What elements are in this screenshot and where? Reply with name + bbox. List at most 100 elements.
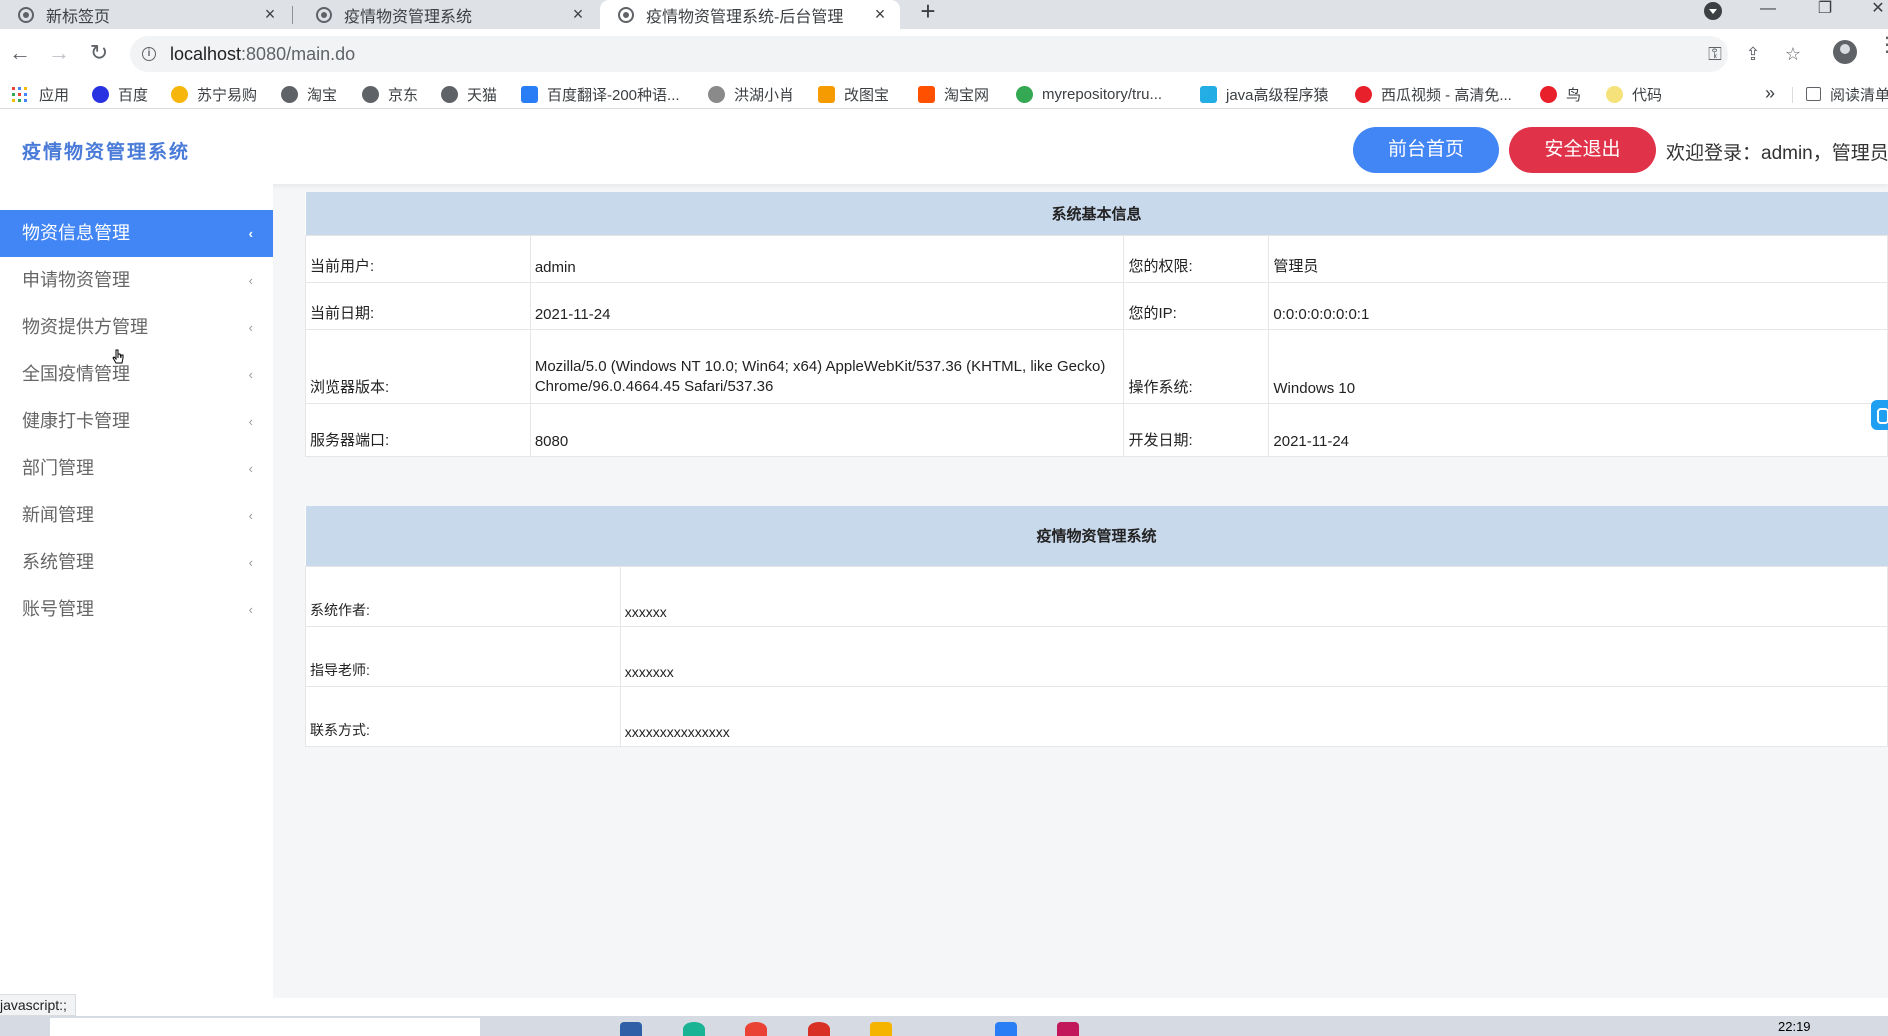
bookmark-label: myrepository/tru...: [1042, 85, 1163, 103]
bird-icon: [708, 85, 725, 103]
port-label: 服务器端口:: [305, 402, 531, 457]
screen: 新标签页 × 疫情物资管理系统 × 疫情物资管理系统-后台管理 × + — ❐ …: [0, 0, 1888, 1036]
tab-new-tab[interactable]: 新标签页 ×: [0, 0, 290, 29]
minimize-icon[interactable]: —: [1748, 0, 1788, 29]
sidebar-item-health[interactable]: 健康打卡管理 ‹: [0, 398, 273, 445]
bookmark-myrepository[interactable]: myrepository/tru...: [1016, 83, 1162, 105]
new-tab-button[interactable]: +: [915, 0, 941, 29]
bookmark-tmall[interactable]: 天猫: [441, 83, 497, 105]
bookmark-baidu[interactable]: 百度: [92, 83, 148, 105]
bookmark-gaitubao[interactable]: 改图宝: [818, 83, 889, 105]
sidebar-item-news[interactable]: 新闻管理 ‹: [0, 492, 273, 539]
sidebar-item-account[interactable]: 账号管理 ‹: [0, 586, 273, 633]
taskbar-app-icon[interactable]: [683, 1022, 705, 1036]
sidebar-item-epidemic[interactable]: 全国疫情管理 ‹: [0, 351, 273, 398]
sidebar-item-provider[interactable]: 物资提供方管理 ‹: [0, 304, 273, 351]
close-icon[interactable]: ×: [260, 4, 280, 25]
sidebar-item-department[interactable]: 部门管理 ‹: [0, 445, 273, 492]
address-bar[interactable]: i localhost:8080/main.do ⚿ ⇪ ☆: [130, 36, 1801, 72]
key-icon[interactable]: ⚿: [1704, 43, 1726, 65]
bilibili-icon: [1200, 85, 1217, 103]
bookmark-code[interactable]: 代码: [1606, 83, 1662, 105]
reading-list-label: 阅读清单: [1830, 86, 1888, 104]
about-title: 疫情物资管理系统: [305, 506, 1888, 566]
reload-icon[interactable]: ↻: [87, 41, 111, 65]
os-value: Windows 10: [1268, 328, 1888, 404]
browser-tab-strip: 新标签页 × 疫情物资管理系统 × 疫情物资管理系统-后台管理 × + — ❐ …: [0, 0, 1888, 29]
tab-title: 疫情物资管理系统: [344, 8, 473, 26]
tab-search-icon[interactable]: [1704, 2, 1722, 20]
window-close-icon[interactable]: ✕: [1858, 0, 1888, 29]
back-icon[interactable]: ←: [8, 41, 32, 65]
globe-icon: [441, 85, 458, 103]
bookmark-label: 西瓜视频 - 高清免...: [1381, 86, 1512, 104]
ip-label: 您的IP:: [1123, 281, 1270, 330]
restore-icon[interactable]: ❐: [1805, 0, 1845, 29]
bookmark-label: 淘宝网: [944, 86, 990, 104]
ip-value: 0:0:0:0:0:0:0:1: [1268, 281, 1888, 330]
reading-list[interactable]: 阅读清单: [1806, 83, 1888, 105]
taskbar-app-icon[interactable]: [808, 1022, 830, 1036]
url-path: :8080/main.do: [241, 44, 356, 64]
logout-button[interactable]: 安全退出: [1509, 127, 1656, 173]
taobao-icon: [918, 85, 935, 103]
bookmark-apps[interactable]: 应用: [12, 83, 69, 105]
sidebar: 物资信息管理 ‹ 申请物资管理 ‹ 物资提供方管理 ‹ 全国疫情管理 ‹ 健康打…: [0, 184, 273, 998]
taskbar-folder-icon[interactable]: [870, 1022, 892, 1036]
sidebar-item-label: 系统管理: [22, 552, 94, 572]
taskbar-app-icon[interactable]: [995, 1022, 1017, 1036]
app-header: 疫情物资管理系统 前台首页 安全退出 欢迎登录：admin，管理员: [0, 110, 1888, 184]
sidebar-item-apply[interactable]: 申请物资管理 ‹: [0, 257, 273, 304]
star-icon[interactable]: ☆: [1782, 43, 1804, 65]
home-button[interactable]: 前台首页: [1353, 127, 1499, 173]
app-logo: 疫情物资管理系统: [22, 142, 191, 163]
bookmark-baidu-translate[interactable]: 百度翻译-200种语...: [521, 83, 680, 105]
bookmark-taobao[interactable]: 淘宝: [281, 83, 337, 105]
close-icon[interactable]: ×: [568, 4, 588, 25]
sidebar-item-label: 申请物资管理: [22, 270, 130, 290]
taskbar-app-icon[interactable]: [620, 1022, 642, 1036]
profile-avatar-icon[interactable]: [1833, 40, 1857, 64]
share-icon[interactable]: ⇪: [1742, 43, 1764, 65]
bookmark-label: 百度: [118, 86, 149, 104]
bookmark-label: 淘宝: [307, 86, 338, 104]
contact-value: xxxxxxxxxxxxxxx: [619, 685, 1888, 747]
sidebar-item-material[interactable]: 物资信息管理 ‹: [0, 210, 273, 257]
sidebar-item-label: 新闻管理: [22, 505, 94, 525]
bookmark-suning[interactable]: 苏宁易购: [171, 83, 257, 105]
bookmark-xigua[interactable]: 西瓜视频 - 高清免...: [1355, 83, 1512, 105]
more-menu-icon[interactable]: ⋮: [1877, 35, 1888, 55]
dev-date-label: 开发日期:: [1123, 402, 1270, 457]
taskbar-search-box[interactable]: [50, 1018, 480, 1036]
floating-side-widget-icon[interactable]: [1871, 400, 1888, 430]
chrome-icon: [1016, 85, 1033, 103]
welcome-text: 欢迎登录：admin，管理员: [1666, 143, 1888, 164]
sidebar-item-label: 健康打卡管理: [22, 411, 130, 431]
globe-icon: [362, 85, 379, 103]
bookmark-jd[interactable]: 京东: [362, 83, 418, 105]
tab-system[interactable]: 疫情物资管理系统 ×: [298, 0, 598, 29]
system-info-table: 系统基本信息 当前用户: admin 您的权限: 管理员 当前日期: 2021-…: [305, 192, 1888, 457]
chevron-left-icon: ‹: [248, 461, 253, 476]
taskbar-chrome-icon[interactable]: [745, 1022, 767, 1036]
app-page: 疫情物资管理系统 前台首页 安全退出 欢迎登录：admin，管理员 物资信息管理…: [0, 110, 1888, 998]
bookmark-java[interactable]: java高级程序猿: [1200, 83, 1329, 105]
sidebar-item-label: 全国疫情管理: [22, 364, 130, 384]
sidebar-item-label: 部门管理: [22, 458, 94, 478]
url-text[interactable]: localhost:8080/main.do: [170, 44, 355, 65]
bird-red-icon: [1540, 85, 1557, 103]
site-info-icon[interactable]: i: [142, 47, 156, 61]
sidebar-item-system[interactable]: 系统管理 ‹: [0, 539, 273, 586]
tab-title: 新标签页: [46, 8, 111, 26]
bookmark-bird[interactable]: 鸟: [1540, 83, 1581, 105]
globe-icon: [281, 85, 298, 103]
teacher-value: xxxxxxx: [619, 625, 1888, 687]
bookmark-taobao-net[interactable]: 淘宝网: [918, 83, 989, 105]
teacher-label: 指导老师:: [305, 625, 621, 687]
tab-admin[interactable]: 疫情物资管理系统-后台管理 ×: [600, 0, 900, 29]
bookmarks-overflow-icon[interactable]: »: [1765, 83, 1775, 104]
close-icon[interactable]: ×: [870, 4, 890, 25]
bookmark-honghu[interactable]: 洪湖小肖: [708, 83, 794, 105]
forward-icon[interactable]: →: [47, 41, 71, 65]
taskbar-idea-icon[interactable]: [1057, 1022, 1079, 1036]
